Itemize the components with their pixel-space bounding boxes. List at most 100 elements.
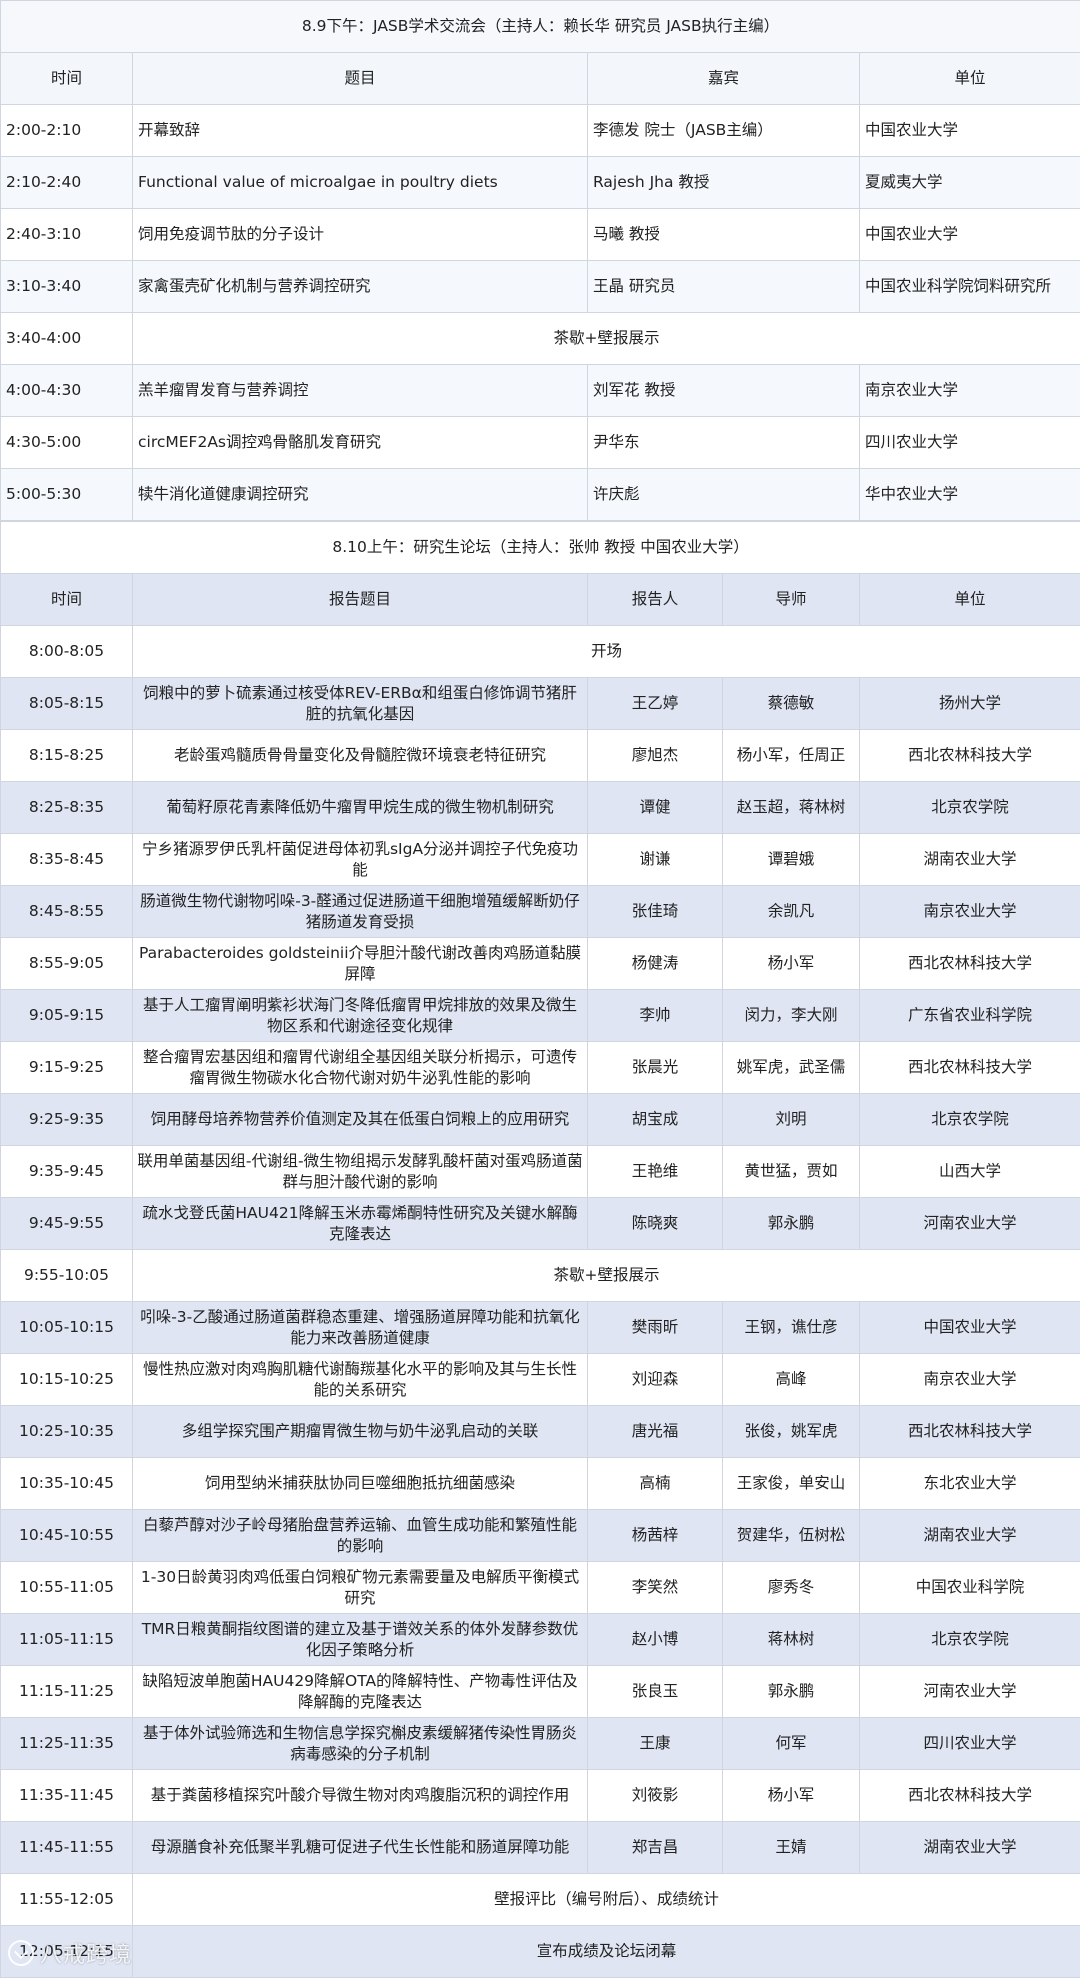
cell-speaker: 唐光福 [588, 1406, 723, 1458]
cell-speaker: 赵小博 [588, 1614, 723, 1666]
agenda-document: 8.9下午：JASB学术交流会（主持人：赖长华 研究员 JASB执行主编） 时间… [0, 0, 1080, 1973]
cell-unit: 北京农学院 [860, 1614, 1080, 1666]
cell-unit: 扬州大学 [860, 678, 1080, 730]
cell-time: 9:15-9:25 [1, 1042, 133, 1094]
table-row: 8:25-8:35 葡萄籽原花青素降低奶牛瘤胃甲烷生成的微生物机制研究 谭健 赵… [1, 782, 1080, 834]
cell-advisor: 刘明 [723, 1094, 860, 1146]
cell-advisor: 蒋林树 [723, 1614, 860, 1666]
header-time: 时间 [1, 53, 133, 105]
cell-advisor: 贺建华，伍树松 [723, 1510, 860, 1562]
table-row: 8:05-8:15 饲粮中的萝卜硫素通过核受体REV-ERBα和组蛋白修饰调节猪… [1, 678, 1080, 730]
cell-time: 5:00-5:30 [1, 469, 133, 521]
cell-speaker: 张良玉 [588, 1666, 723, 1718]
cell-advisor: 谭碧娥 [723, 834, 860, 886]
cell-speaker: 王乙婷 [588, 678, 723, 730]
cell-unit: 山西大学 [860, 1146, 1080, 1198]
cell-topic: 基于粪菌移植探究叶酸介导微生物对肉鸡腹脂沉积的调控作用 [133, 1770, 588, 1822]
table-row: 10:35-10:45 饲用型纳米捕获肽协同巨噬细胞抵抗细菌感染 高楠 王家俊，… [1, 1458, 1080, 1510]
table-row: 10:05-10:15 吲哚-3-乙酸通过肠道菌群稳态重建、增强肠道屏障功能和抗… [1, 1302, 1080, 1354]
cell-time: 11:05-11:15 [1, 1614, 133, 1666]
header-guest: 嘉宾 [588, 53, 860, 105]
cell-time: 4:30-5:00 [1, 417, 133, 469]
cell-speaker: 张晨光 [588, 1042, 723, 1094]
cell-unit: 西北农林科技大学 [860, 1406, 1080, 1458]
span-row: 12:05-12:15 宣布成绩及论坛闭幕 [1, 1926, 1080, 1978]
cell-unit: 四川农业大学 [860, 417, 1080, 469]
cell-guest: 王晶 研究员 [588, 261, 860, 313]
cell-time: 9:45-9:55 [1, 1198, 133, 1250]
table-row: 11:35-11:45 基于粪菌移植探究叶酸介导微生物对肉鸡腹脂沉积的调控作用 … [1, 1770, 1080, 1822]
cell-break: 茶歇+壁报展示 [133, 313, 1080, 365]
cell-unit: 四川农业大学 [860, 1718, 1080, 1770]
cell-guest: Rajesh Jha 教授 [588, 157, 860, 209]
cell-guest: 刘军花 教授 [588, 365, 860, 417]
cell-topic: 宁乡猪源罗伊氏乳杆菌促进母体初乳sIgA分泌并调控子代免疫功能 [133, 834, 588, 886]
cell-speaker: 刘迎森 [588, 1354, 723, 1406]
cell-topic: 犊牛消化道健康调控研究 [133, 469, 588, 521]
table-row: 8:35-8:45 宁乡猪源罗伊氏乳杆菌促进母体初乳sIgA分泌并调控子代免疫功… [1, 834, 1080, 886]
cell-time: 3:40-4:00 [1, 313, 133, 365]
cell-advisor: 郭永鹏 [723, 1666, 860, 1718]
cell-time: 4:00-4:30 [1, 365, 133, 417]
cell-speaker: 谭健 [588, 782, 723, 834]
table-row: 3:10-3:40 家禽蛋壳矿化机制与营养调控研究 王晶 研究员 中国农业科学院… [1, 261, 1080, 313]
cell-unit: 河南农业大学 [860, 1198, 1080, 1250]
cell-time: 8:35-8:45 [1, 834, 133, 886]
cell-unit: 东北农业大学 [860, 1458, 1080, 1510]
cell-speaker: 陈晓爽 [588, 1198, 723, 1250]
header-unit: 单位 [860, 574, 1080, 626]
cell-advisor: 郭永鹏 [723, 1198, 860, 1250]
cell-advisor: 廖秀冬 [723, 1562, 860, 1614]
cell-speaker: 郑吉昌 [588, 1822, 723, 1874]
cell-guest: 尹华东 [588, 417, 860, 469]
cell-time: 10:55-11:05 [1, 1562, 133, 1614]
cell-speaker: 刘筱影 [588, 1770, 723, 1822]
cell-topic: 老龄蛋鸡髓质骨骨量变化及骨髓腔微环境衰老特征研究 [133, 730, 588, 782]
cell-time: 11:25-11:35 [1, 1718, 133, 1770]
cell-time: 9:25-9:35 [1, 1094, 133, 1146]
cell-topic: 联用单菌基因组-代谢组-微生物组揭示发酵乳酸杆菌对蛋鸡肠道菌群与胆汁酸代谢的影响 [133, 1146, 588, 1198]
cell-topic: 整合瘤胃宏基因组和瘤胃代谢组全基因组关联分析揭示，可遗传瘤胃微生物碳水化合物代谢… [133, 1042, 588, 1094]
watermark-text: 八戒跨境 [40, 1937, 132, 1969]
table-row: 10:55-11:05 1-30日龄黄羽肉鸡低蛋白饲粮矿物元素需要量及电解质平衡… [1, 1562, 1080, 1614]
cell-unit: 湖南农业大学 [860, 1510, 1080, 1562]
cell-speaker: 王康 [588, 1718, 723, 1770]
cell-unit: 华中农业大学 [860, 469, 1080, 521]
cell-advisor: 王婧 [723, 1822, 860, 1874]
table-row: 2:00-2:10 开幕致辞 李德发 院士（JASB主编） 中国农业大学 [1, 105, 1080, 157]
cell-unit: 湖南农业大学 [860, 834, 1080, 886]
cell-unit: 湖南农业大学 [860, 1822, 1080, 1874]
cell-time: 10:45-10:55 [1, 1510, 133, 1562]
cell-advisor: 何军 [723, 1718, 860, 1770]
cell-time: 11:35-11:45 [1, 1770, 133, 1822]
cell-span: 茶歇+壁报展示 [133, 1250, 1080, 1302]
cell-speaker: 胡宝成 [588, 1094, 723, 1146]
cell-guest: 李德发 院士（JASB主编） [588, 105, 860, 157]
table-row: 11:25-11:35 基于体外试验筛选和生物信息学探究槲皮素缓解猪传染性胃肠炎… [1, 1718, 1080, 1770]
header-topic: 报告题目 [133, 574, 588, 626]
span-row: 11:55-12:05 壁报评比（编号附后）、成绩统计 [1, 1874, 1080, 1926]
watermark: 八戒跨境 [8, 1937, 132, 1969]
table-row: 11:05-11:15 TMR日粮黄酮指纹图谱的建立及基于谱效关系的体外发酵参数… [1, 1614, 1080, 1666]
session2-header-row: 时间 报告题目 报告人 导师 单位 [1, 574, 1080, 626]
cell-unit: 西北农林科技大学 [860, 1770, 1080, 1822]
table-row: 10:45-10:55 白藜芦醇对沙子岭母猪胎盘营养运输、血管生成功能和繁殖性能… [1, 1510, 1080, 1562]
cell-time: 8:25-8:35 [1, 782, 133, 834]
cell-time: 11:45-11:55 [1, 1822, 133, 1874]
cell-speaker: 杨茜梓 [588, 1510, 723, 1562]
span-row: 9:55-10:05 茶歇+壁报展示 [1, 1250, 1080, 1302]
table-row: 9:15-9:25 整合瘤胃宏基因组和瘤胃代谢组全基因组关联分析揭示，可遗传瘤胃… [1, 1042, 1080, 1094]
cell-advisor: 闵力，李大刚 [723, 990, 860, 1042]
cell-time: 2:00-2:10 [1, 105, 133, 157]
cell-advisor: 黄世猛，贾如 [723, 1146, 860, 1198]
cell-topic: 基于体外试验筛选和生物信息学探究槲皮素缓解猪传染性胃肠炎病毒感染的分子机制 [133, 1718, 588, 1770]
cell-topic: 饲用酵母培养物营养价值测定及其在低蛋白饲粮上的应用研究 [133, 1094, 588, 1146]
cell-topic: 疏水戈登氏菌HAU421降解玉米赤霉烯酮特性研究及关键水解酶克隆表达 [133, 1198, 588, 1250]
cell-time: 8:55-9:05 [1, 938, 133, 990]
cell-unit: 中国农业科学院饲料研究所 [860, 261, 1080, 313]
cell-topic: Functional value of microalgae in poultr… [133, 157, 588, 209]
cell-time: 10:15-10:25 [1, 1354, 133, 1406]
cell-time: 9:55-10:05 [1, 1250, 133, 1302]
cell-topic: 吲哚-3-乙酸通过肠道菌群稳态重建、增强肠道屏障功能和抗氧化能力来改善肠道健康 [133, 1302, 588, 1354]
session1-title-row: 8.9下午：JASB学术交流会（主持人：赖长华 研究员 JASB执行主编） [1, 1, 1080, 53]
